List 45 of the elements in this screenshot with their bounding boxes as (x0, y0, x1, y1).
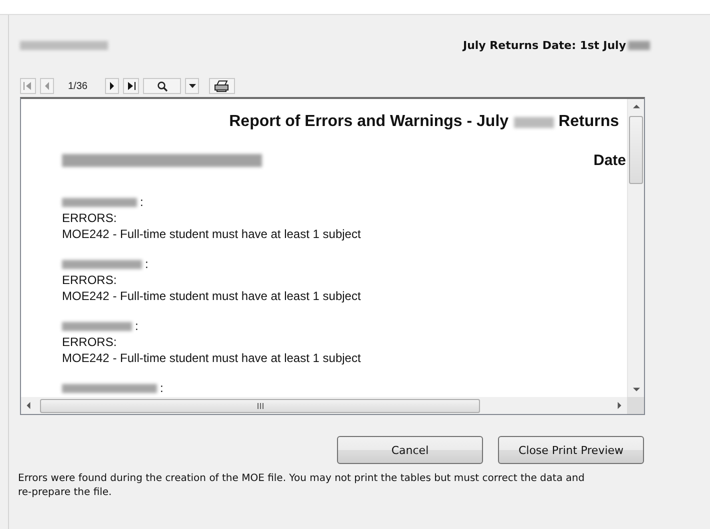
vertical-scrollbar[interactable] (627, 99, 644, 397)
previous-page-icon (44, 82, 50, 90)
next-page-button[interactable] (105, 78, 120, 94)
zoom-dropdown-button[interactable] (185, 78, 200, 94)
printer-icon (214, 80, 230, 92)
error-message: MOE242 - Full-time student must have at least 1 subject (62, 226, 362, 242)
scrollbar-thumb[interactable] (40, 398, 480, 412)
separator-text: : (160, 380, 164, 396)
cancel-button[interactable]: Cancel (337, 436, 483, 464)
zoom-button[interactable] (143, 78, 182, 94)
caret-icon (188, 84, 196, 88)
report-title: Returns (558, 113, 619, 131)
redacted-text (514, 116, 554, 128)
separator-text: : (135, 318, 138, 334)
error-message: MOE242 - Full-time student must have at least 1 subject (62, 350, 362, 366)
redacted-text (62, 322, 132, 330)
close-preview-button[interactable]: Close Print Preview (498, 436, 644, 464)
page-indicator: 1/36 (68, 80, 88, 92)
separator-text: : (145, 256, 148, 272)
returns-date-label: July Returns Date: 1st July (462, 38, 626, 52)
separator-text: : (140, 194, 144, 210)
date-label: Date (593, 152, 626, 169)
scroll-left-icon[interactable] (25, 402, 32, 409)
print-button[interactable] (209, 78, 236, 94)
scroll-up-icon[interactable] (632, 103, 640, 110)
last-page-button[interactable] (123, 78, 140, 94)
last-page-icon (126, 82, 136, 90)
horizontal-scrollbar[interactable] (21, 397, 627, 414)
search-icon (156, 80, 168, 92)
section-label: ERRORS: (62, 334, 118, 350)
report-title: Report of Errors and Warnings - July (229, 113, 509, 131)
error-message: MOE242 - Full-time student must have at least 1 subject (62, 288, 362, 304)
redacted-text (628, 40, 650, 50)
first-page-icon (23, 82, 33, 90)
scroll-right-icon[interactable] (616, 402, 623, 409)
first-page-button[interactable] (20, 78, 36, 94)
scrollbar-corner (627, 397, 644, 414)
next-page-icon (109, 82, 116, 90)
scroll-down-icon[interactable] (632, 386, 640, 393)
section-label: ERRORS: (62, 210, 118, 226)
error-notice: Errors were found during the creation of the MOE file. You may not print the tables but must correct the data and re-prepare the file. (18, 472, 586, 500)
scrollbar-thumb[interactable] (629, 116, 643, 184)
previous-page-button[interactable] (40, 78, 54, 94)
section-label: ERRORS: (62, 272, 118, 288)
grip-icon (256, 402, 264, 408)
